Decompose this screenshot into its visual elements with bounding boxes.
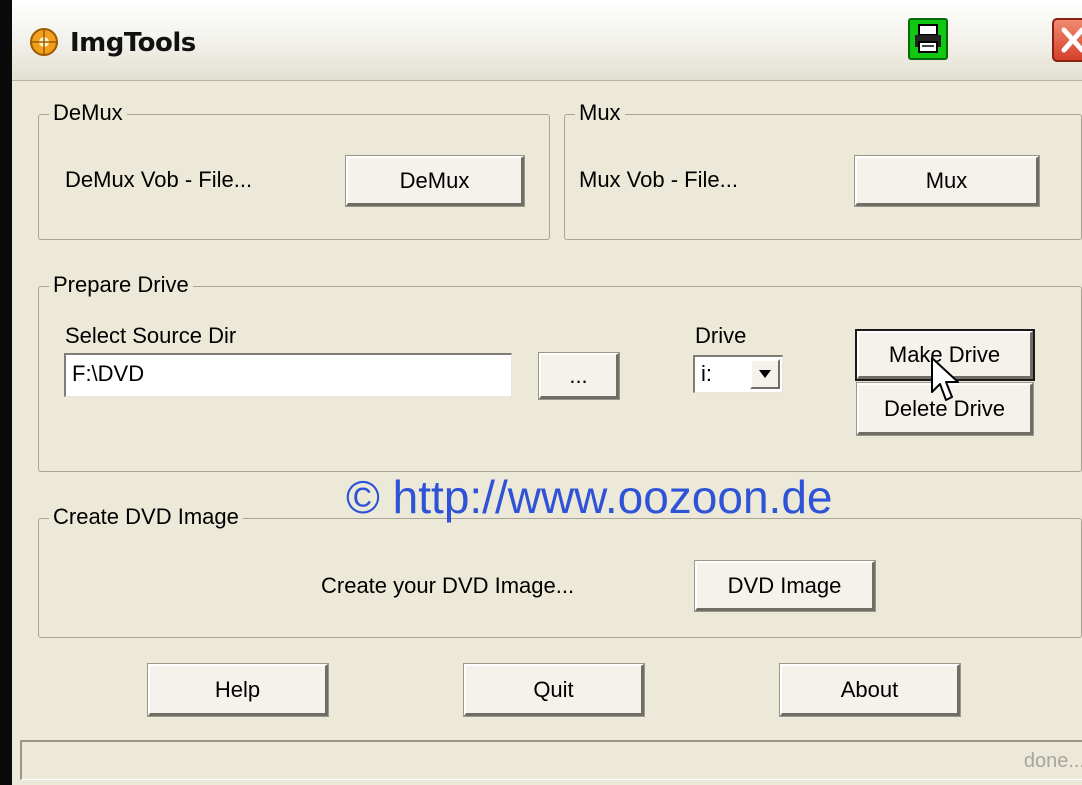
status-bar: done...: [20, 740, 1082, 780]
demux-group: DeMux DeMux Vob - File... DeMux: [38, 100, 550, 240]
source-dir-label: Select Source Dir: [65, 323, 237, 348]
printer-button[interactable]: [908, 18, 948, 60]
mux-button[interactable]: Mux: [854, 155, 1040, 207]
dvd-image-group-title: Create DVD Image: [49, 504, 243, 530]
about-button[interactable]: About: [779, 663, 961, 717]
dvd-image-description: Create your DVD Image...: [321, 573, 575, 598]
prepare-drive-group-title: Prepare Drive: [49, 272, 193, 298]
drive-select-value: i:: [701, 361, 712, 386]
close-icon: [1061, 27, 1082, 53]
mux-description: Mux Vob - File...: [579, 167, 738, 192]
demux-group-title: DeMux: [49, 100, 127, 126]
watermark: © http://www.oozoon.de: [346, 471, 833, 523]
demux-button[interactable]: DeMux: [345, 155, 525, 207]
browse-button[interactable]: ...: [538, 352, 620, 400]
drive-dropdown-button[interactable]: [750, 359, 780, 389]
demux-description: DeMux Vob - File...: [65, 167, 253, 192]
mux-group-title: Mux: [575, 100, 625, 126]
quit-button[interactable]: Quit: [463, 663, 645, 717]
dvd-image-button[interactable]: DVD Image: [694, 560, 876, 612]
dvd-image-group: Create DVD Image Create your DVD Image..…: [38, 504, 1082, 638]
status-text: done...: [1023, 750, 1082, 772]
chevron-down-icon: [759, 370, 771, 378]
app-icon: [30, 28, 58, 56]
mouse-cursor-icon: [931, 357, 959, 401]
window-title: ImgTools: [70, 28, 196, 58]
prepare-drive-group: Prepare Drive Select Source Dir F:\DVD .…: [38, 272, 1082, 472]
source-dir-input[interactable]: F:\DVD: [64, 353, 512, 397]
drive-select[interactable]: i:: [693, 355, 783, 393]
printer-icon: [915, 24, 941, 53]
drive-label: Drive: [695, 323, 747, 348]
help-button[interactable]: Help: [147, 663, 329, 717]
mux-group: Mux Mux Vob - File... Mux: [564, 100, 1082, 240]
close-button[interactable]: [1052, 18, 1082, 62]
imgtools-window: ImgTools DeMux DeMux Vob - File... DeMux…: [0, 0, 1082, 785]
title-bar[interactable]: ImgTools: [12, 0, 1082, 81]
